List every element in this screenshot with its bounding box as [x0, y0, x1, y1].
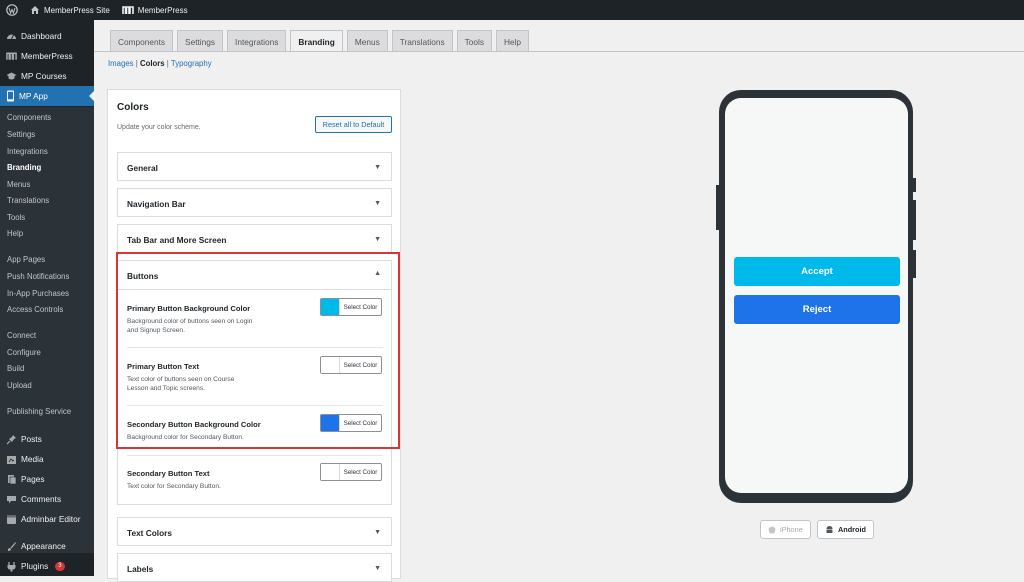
chevron-down-icon: ▼ [374, 565, 381, 572]
media-icon [7, 455, 16, 464]
menu-comments[interactable]: Comments [0, 489, 94, 509]
preview-reject-button[interactable]: Reject [734, 295, 900, 324]
tab-divider [94, 51, 1024, 52]
menu-memberpress[interactable]: MemberPress [0, 46, 94, 66]
device-iphone-button[interactable]: iPhone [760, 520, 811, 539]
wordpress-logo-icon[interactable] [0, 0, 24, 20]
chevron-down-icon: ▼ [374, 164, 381, 171]
apple-icon [768, 525, 776, 534]
memberpress-icon [6, 52, 17, 60]
adminbar-editor-icon [7, 514, 16, 524]
submenu-upload[interactable]: Upload [7, 381, 32, 390]
select-color-button[interactable]: Select Color [320, 463, 382, 481]
pin-icon [6, 434, 16, 444]
divider [127, 455, 383, 456]
submenu-connect[interactable]: Connect [7, 331, 36, 340]
subnav-colors[interactable]: Colors [140, 59, 165, 68]
submenu-branding[interactable]: Branding [7, 163, 41, 172]
submenu-publishing-service[interactable]: Publishing Service [7, 407, 71, 416]
submenu-configure[interactable]: Configure [7, 348, 41, 357]
submenu-integrations[interactable]: Integrations [7, 147, 48, 156]
accordion-labels[interactable]: Labels ▼ [117, 553, 392, 582]
subnav-typography[interactable]: Typography [171, 59, 212, 68]
menu-mp-courses[interactable]: MP Courses [0, 66, 94, 86]
accordion-text-colors[interactable]: Text Colors ▼ [117, 517, 392, 546]
setting-description: Text color for Secondary Button. [127, 483, 221, 490]
settings-tabs: Components Settings Integrations Brandin… [110, 30, 530, 52]
brush-icon [7, 541, 16, 551]
submenu-push-notifications[interactable]: Push Notifications [7, 272, 69, 281]
menu-posts[interactable]: Posts [0, 429, 94, 449]
phone-side-button [913, 178, 916, 192]
submenu-tools[interactable]: Tools [7, 213, 25, 222]
admin-bar: MemberPress Site MemberPress [0, 0, 1024, 20]
memberpress-bar-link[interactable]: MemberPress [116, 0, 194, 20]
device-android-button[interactable]: Android [817, 520, 874, 539]
home-icon [31, 6, 39, 14]
current-menu-arrow [89, 91, 94, 101]
menu-dashboard[interactable]: Dashboard [0, 26, 94, 46]
plugin-update-badge: 3 [55, 561, 65, 571]
menu-pages[interactable]: Pages [0, 469, 94, 489]
submenu-help[interactable]: Help [7, 229, 23, 238]
panel-title: Colors [117, 102, 149, 113]
tab-components[interactable]: Components [110, 30, 174, 52]
chevron-down-icon: ▼ [374, 236, 381, 243]
dashboard-icon [7, 34, 16, 39]
submenu-app-pages[interactable]: App Pages [7, 255, 45, 264]
menu-appearance[interactable]: Appearance [0, 536, 94, 556]
tab-help[interactable]: Help [495, 30, 530, 52]
tab-translations[interactable]: Translations [391, 30, 453, 52]
chevron-down-icon: ▼ [374, 529, 381, 536]
tab-branding[interactable]: Branding [290, 30, 343, 52]
menu-plugins[interactable]: Plugins 3 [0, 556, 94, 576]
menu-mp-app[interactable]: MP App [0, 86, 94, 106]
memberpress-logo-icon [121, 5, 134, 14]
tab-menus[interactable]: Menus [346, 30, 388, 52]
phone-side-button [913, 250, 916, 278]
accordion-tab-bar-more-screen[interactable]: Tab Bar and More Screen ▼ [117, 224, 392, 253]
site-name-link[interactable]: MemberPress Site [24, 0, 116, 20]
phone-side-button [913, 200, 916, 240]
highlight-box [116, 252, 400, 449]
tab-settings[interactable]: Settings [177, 30, 224, 52]
memberpress-bar-label: MemberPress [137, 5, 188, 15]
submenu-in-app-purchases[interactable]: In-App Purchases [7, 289, 69, 298]
submenu-menus[interactable]: Menus [7, 180, 30, 189]
branding-subnav: Images | Colors | Typography [108, 59, 212, 68]
preview-accept-button[interactable]: Accept [734, 257, 900, 286]
accordion-navigation-bar[interactable]: Navigation Bar ▼ [117, 188, 392, 217]
menu-adminbar-editor[interactable]: Adminbar Editor [0, 509, 94, 529]
admin-sidebar: Dashboard MemberPress MP Courses MP App … [0, 20, 94, 576]
color-swatch [321, 464, 340, 480]
submenu-settings[interactable]: Settings [7, 130, 35, 139]
android-icon [826, 526, 833, 533]
submenu-access-controls[interactable]: Access Controls [7, 305, 63, 314]
reset-all-button[interactable]: Reset all to Default [315, 116, 392, 133]
phone-side-button [716, 185, 719, 230]
subnav-images[interactable]: Images [108, 59, 134, 68]
graduation-cap-icon [6, 72, 17, 80]
setting-title: Secondary Button Text [127, 469, 210, 478]
submenu-translations[interactable]: Translations [7, 196, 49, 205]
panel-description: Update your color scheme. [117, 124, 201, 131]
site-name: MemberPress Site [44, 5, 110, 15]
chevron-down-icon: ▼ [374, 200, 381, 207]
comment-icon [7, 495, 16, 503]
submenu-build[interactable]: Build [7, 364, 24, 373]
menu-media[interactable]: Media [0, 449, 94, 469]
plugin-icon [7, 561, 16, 571]
tab-tools[interactable]: Tools [456, 30, 492, 52]
pages-icon [8, 474, 17, 484]
submenu-components[interactable]: Components [7, 113, 51, 122]
accordion-general[interactable]: General ▼ [117, 152, 392, 181]
mobile-icon [7, 90, 14, 102]
tab-integrations[interactable]: Integrations [227, 30, 287, 52]
